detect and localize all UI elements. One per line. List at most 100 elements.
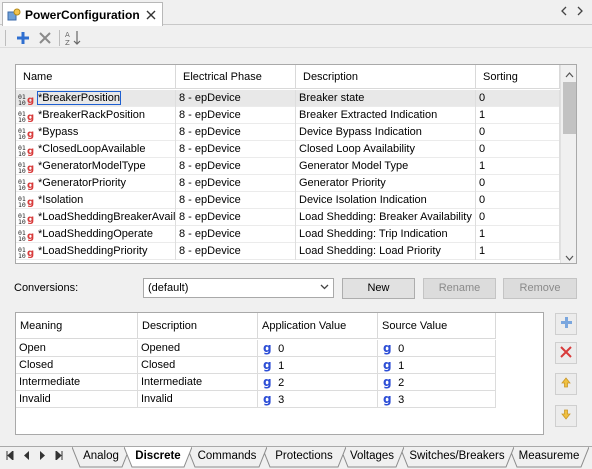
- column-header-meaning[interactable]: Meaning: [16, 313, 138, 339]
- cell-sorting[interactable]: 1: [476, 226, 560, 243]
- cell-name[interactable]: 01 10 g *BreakerRackPosition: [16, 107, 176, 124]
- next-tab-icon[interactable]: [40, 451, 46, 463]
- cell-description[interactable]: Breaker state: [296, 90, 476, 107]
- cell-electrical-phase[interactable]: 8 - epDevice: [176, 124, 296, 141]
- cell-electrical-phase[interactable]: 8 - epDevice: [176, 209, 296, 226]
- cell-name[interactable]: 01 10 g *LoadSheddingOperate: [16, 226, 176, 243]
- cell-meaning[interactable]: Invalid: [16, 391, 138, 408]
- close-icon[interactable]: [144, 8, 158, 22]
- table-row[interactable]: 01 10 g *BreakerRackPosition 8 - epDevice Bre…: [16, 107, 560, 124]
- cell-application-value[interactable]: g 3: [258, 391, 378, 408]
- table-row[interactable]: 01 10 g *Isolation 8 - epDevice Device Isolat…: [16, 192, 560, 209]
- cell-source-value[interactable]: g 0: [378, 340, 496, 357]
- cell-sorting[interactable]: 0: [476, 192, 560, 209]
- scroll-up-icon[interactable]: [565, 69, 574, 81]
- cell-description[interactable]: Breaker Extracted Indication: [296, 107, 476, 124]
- sheet-tab-analog[interactable]: Analog: [72, 447, 130, 468]
- column-header-conv-description[interactable]: Description: [138, 313, 258, 339]
- table-row[interactable]: 01 10 g *LoadSheddingBreakerAvaila 8 - epDev…: [16, 209, 560, 226]
- chevron-right-icon[interactable]: [576, 6, 584, 19]
- table-row[interactable]: 01 10 g *BreakerPosition 8 - epDevice Breaker…: [16, 90, 560, 107]
- cell-sorting[interactable]: 1: [476, 243, 560, 260]
- cell-meaning[interactable]: Closed: [16, 357, 138, 374]
- scroll-down-icon[interactable]: [565, 252, 574, 263]
- cell-electrical-phase[interactable]: 8 - epDevice: [176, 226, 296, 243]
- cell-electrical-phase[interactable]: 8 - epDevice: [176, 141, 296, 158]
- sort-az-icon[interactable]: AZ: [65, 29, 83, 47]
- editor-tab-powerconfiguration[interactable]: PowerConfiguration: [2, 2, 163, 26]
- add-icon[interactable]: [14, 29, 32, 47]
- cell-name[interactable]: 01 10 g *GeneratorModelType: [16, 158, 176, 175]
- sheet-tab-measureme[interactable]: Measureme: [509, 447, 589, 468]
- cell-application-value[interactable]: g 2: [258, 374, 378, 391]
- cell-conv-description[interactable]: Invalid: [138, 391, 258, 408]
- cell-conv-description[interactable]: Closed: [138, 357, 258, 374]
- cell-application-value[interactable]: g 1: [258, 357, 378, 374]
- cell-conv-description[interactable]: Opened: [138, 340, 258, 357]
- table-row[interactable]: 01 10 g *GeneratorModelType 8 - epDevice Gene…: [16, 158, 560, 175]
- cell-source-value[interactable]: g 3: [378, 391, 496, 408]
- cell-description[interactable]: Load Shedding: Trip Indication: [296, 226, 476, 243]
- cell-source-value[interactable]: g 1: [378, 357, 496, 374]
- cell-name[interactable]: 01 10 g *GeneratorPriority: [16, 175, 176, 192]
- conversion-row[interactable]: Invalid Invalid g 3g 3: [16, 391, 496, 408]
- cell-electrical-phase[interactable]: 8 - epDevice: [176, 243, 296, 260]
- cell-name[interactable]: 01 10 g *LoadSheddingPriority: [16, 243, 176, 260]
- cell-conv-description[interactable]: Intermediate: [138, 374, 258, 391]
- prev-tab-icon[interactable]: [23, 451, 29, 463]
- cell-description[interactable]: Load Shedding: Breaker Availability: [296, 209, 476, 226]
- conversion-row[interactable]: Intermediate Intermediate g 2g 2: [16, 374, 496, 391]
- cell-description[interactable]: Closed Loop Availability: [296, 141, 476, 158]
- first-tab-icon[interactable]: [6, 449, 14, 463]
- table-row[interactable]: 01 10 g *LoadSheddingPriority 8 - epDevice Lo…: [16, 243, 560, 260]
- cell-electrical-phase[interactable]: 8 - epDevice: [176, 107, 296, 124]
- conversion-row[interactable]: Closed Closed g 1g 1: [16, 357, 496, 374]
- sheet-tab-switches-breakers[interactable]: Switches/Breakers: [400, 447, 514, 468]
- last-tab-icon[interactable]: [55, 449, 63, 463]
- cell-name[interactable]: 01 10 g *Bypass: [16, 124, 176, 141]
- cell-description[interactable]: Generator Priority: [296, 175, 476, 192]
- remove-value-button[interactable]: [555, 342, 577, 364]
- cell-application-value[interactable]: g 0: [258, 340, 378, 357]
- cell-sorting[interactable]: 0: [476, 141, 560, 158]
- add-value-button[interactable]: [555, 313, 577, 335]
- column-header-name[interactable]: Name: [16, 65, 176, 89]
- cell-electrical-phase[interactable]: 8 - epDevice: [176, 90, 296, 107]
- delete-icon[interactable]: [36, 29, 54, 47]
- move-down-button[interactable]: [555, 405, 577, 427]
- sheet-tab-protections[interactable]: Protections: [262, 447, 346, 468]
- cell-description[interactable]: Device Bypass Indication: [296, 124, 476, 141]
- cell-electrical-phase[interactable]: 8 - epDevice: [176, 175, 296, 192]
- cell-sorting[interactable]: 1: [476, 158, 560, 175]
- cell-electrical-phase[interactable]: 8 - epDevice: [176, 192, 296, 209]
- scrollbar-thumb[interactable]: [563, 82, 576, 134]
- cell-name[interactable]: 01 10 g *BreakerPosition: [16, 90, 176, 107]
- new-conversion-button[interactable]: New: [342, 278, 415, 299]
- cell-sorting[interactable]: 0: [476, 124, 560, 141]
- chevron-left-icon[interactable]: [560, 6, 568, 19]
- remove-conversion-button[interactable]: Remove: [503, 278, 577, 299]
- cell-name[interactable]: 01 10 g *ClosedLoopAvailable: [16, 141, 176, 158]
- cell-description[interactable]: Device Isolation Indication: [296, 192, 476, 209]
- cell-name[interactable]: 01 10 g *LoadSheddingBreakerAvaila: [16, 209, 176, 226]
- column-header-source-value[interactable]: Source Value: [378, 313, 496, 339]
- cell-sorting[interactable]: 0: [476, 209, 560, 226]
- rename-conversion-button[interactable]: Rename: [423, 278, 496, 299]
- vertical-scrollbar[interactable]: [560, 65, 576, 263]
- column-header-application-value[interactable]: Application Value: [258, 313, 378, 339]
- cell-sorting[interactable]: 0: [476, 175, 560, 192]
- sheet-tab-commands[interactable]: Commands: [187, 447, 267, 468]
- cell-description[interactable]: Generator Model Type: [296, 158, 476, 175]
- conversion-row[interactable]: Open Opened g 0g 0: [16, 340, 496, 357]
- table-row[interactable]: 01 10 g *GeneratorPriority 8 - epDevice Gener…: [16, 175, 560, 192]
- column-header-sorting[interactable]: Sorting: [476, 65, 560, 89]
- column-header-electrical-phase[interactable]: Electrical Phase: [176, 65, 296, 89]
- table-row[interactable]: 01 10 g *ClosedLoopAvailable 8 - epDevice Clo…: [16, 141, 560, 158]
- table-row[interactable]: 01 10 g *Bypass 8 - epDevice Device Bypass In…: [16, 124, 560, 141]
- cell-source-value[interactable]: g 2: [378, 374, 496, 391]
- cell-sorting[interactable]: 1: [476, 107, 560, 124]
- cell-meaning[interactable]: Intermediate: [16, 374, 138, 391]
- conversions-dropdown[interactable]: (default): [143, 278, 334, 298]
- cell-name[interactable]: 01 10 g *Isolation: [16, 192, 176, 209]
- move-up-button[interactable]: [555, 373, 577, 395]
